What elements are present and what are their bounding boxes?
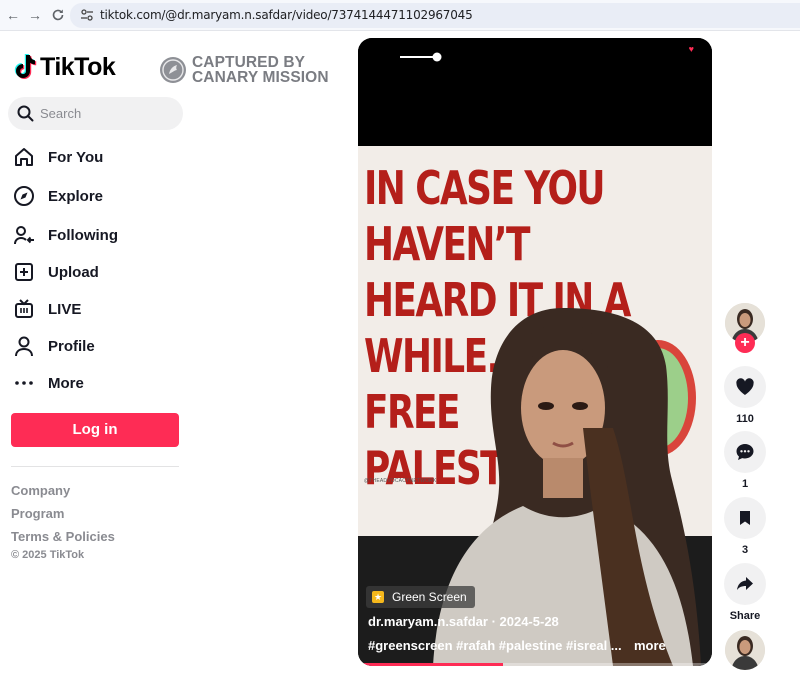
like-button[interactable] <box>724 366 766 408</box>
forward-button[interactable]: → <box>26 6 44 24</box>
share-label: Share <box>729 610 761 622</box>
video-date: 2024-5-28 <box>499 614 559 629</box>
effect-icon: ★ <box>372 591 384 603</box>
sidebar-item-profile[interactable]: Profile <box>12 331 182 361</box>
video-player[interactable]: ♥ IN CASE YOU HAVEN’T HEARD IT IN A WHIL… <box>358 38 712 666</box>
more-icon <box>12 371 36 395</box>
follow-button[interactable]: + <box>735 333 755 353</box>
sidebar-item-for-you[interactable]: For You <box>12 142 182 172</box>
tiktok-logo[interactable]: TikTok <box>13 52 116 82</box>
browser-toolbar: ← → tiktok.com/@dr.maryam.n.safdar/video… <box>0 0 800 31</box>
canary-mission-watermark: CAPTURED BY CANARY MISSION <box>160 55 329 85</box>
comment-button[interactable] <box>724 431 766 473</box>
login-button[interactable]: Log in <box>11 413 179 447</box>
sidebar-item-label: Following <box>48 226 118 244</box>
url-text: tiktok.com/@dr.maryam.n.safdar/video/737… <box>100 8 473 22</box>
search-input[interactable] <box>40 97 175 130</box>
sidebar-item-label: Explore <box>48 187 104 205</box>
sidebar-item-explore[interactable]: Explore <box>12 181 182 211</box>
creator-green-screen-figure <box>433 308 701 666</box>
watermark-line1: CAPTURED BY <box>192 54 306 71</box>
author-username[interactable]: dr.maryam.n.safdar <box>368 614 488 629</box>
search-box[interactable] <box>8 97 183 130</box>
sidebar-item-label: Upload <box>48 263 99 281</box>
sidebar-item-label: More <box>48 374 84 392</box>
back-button[interactable]: ← <box>4 6 22 24</box>
profile-icon <box>12 334 36 358</box>
copyright-text: © 2025 TikTok <box>11 549 85 561</box>
sidebar-item-live[interactable]: LIVE <box>12 294 182 324</box>
footer-link-program[interactable]: Program <box>11 506 64 521</box>
sidebar-item-more[interactable]: More <box>12 368 182 398</box>
author-date-separator: · <box>487 614 500 629</box>
comment-count: 1 <box>741 478 749 490</box>
share-icon <box>737 577 753 590</box>
sidebar-item-upload[interactable]: Upload <box>12 257 182 287</box>
watermark-line2: CANARY MISSION <box>192 69 329 86</box>
site-settings-icon[interactable] <box>80 8 94 22</box>
video-author-line: dr.maryam.n.safdar · 2024-5-28 <box>368 614 559 629</box>
sidebar-item-label: LIVE <box>48 300 82 318</box>
save-count: 3 <box>741 544 749 556</box>
sidebar-item-following[interactable]: Following <box>12 220 182 250</box>
reload-icon <box>52 9 64 21</box>
heart-icon <box>736 378 754 395</box>
effect-label: Green Screen <box>392 590 467 604</box>
brand-name: TikTok <box>40 52 116 81</box>
heart-sticker-icon: ♥ <box>688 44 694 54</box>
video-progress-fill <box>358 663 504 666</box>
bookmark-icon <box>740 511 750 525</box>
footer-link-company[interactable]: Company <box>11 483 70 498</box>
footer-link-terms[interactable]: Terms & Policies <box>11 529 115 544</box>
caption-more-button[interactable]: more <box>634 638 666 653</box>
live-icon <box>12 297 36 321</box>
save-button[interactable] <box>724 497 766 539</box>
home-icon <box>12 145 36 169</box>
hashtag-list[interactable]: #greenscreen #rafah #palestine #isreal .… <box>368 638 622 653</box>
upload-icon <box>12 260 36 284</box>
reload-button[interactable] <box>49 6 67 24</box>
tiktok-note-icon <box>13 54 37 80</box>
comment-icon <box>736 444 754 460</box>
search-icon[interactable] <box>17 105 34 122</box>
video-hashtags: #greenscreen #rafah #palestine #isreal .… <box>368 638 666 653</box>
share-button[interactable] <box>724 563 766 605</box>
canary-bird-icon <box>160 57 186 83</box>
like-count: 110 <box>736 413 754 425</box>
sidebar-item-label: Profile <box>48 337 95 355</box>
effect-tag-green-screen[interactable]: ★ Green Screen <box>366 586 475 608</box>
compass-icon <box>12 184 36 208</box>
sidebar-divider <box>11 466 179 467</box>
video-progress-bar[interactable] <box>358 663 712 666</box>
volume-slider[interactable] <box>398 52 448 62</box>
following-icon <box>12 223 36 247</box>
sound-disc-avatar[interactable] <box>725 630 765 670</box>
sidebar-item-label: For You <box>48 148 104 166</box>
address-bar[interactable]: tiktok.com/@dr.maryam.n.safdar/video/737… <box>70 3 800 28</box>
